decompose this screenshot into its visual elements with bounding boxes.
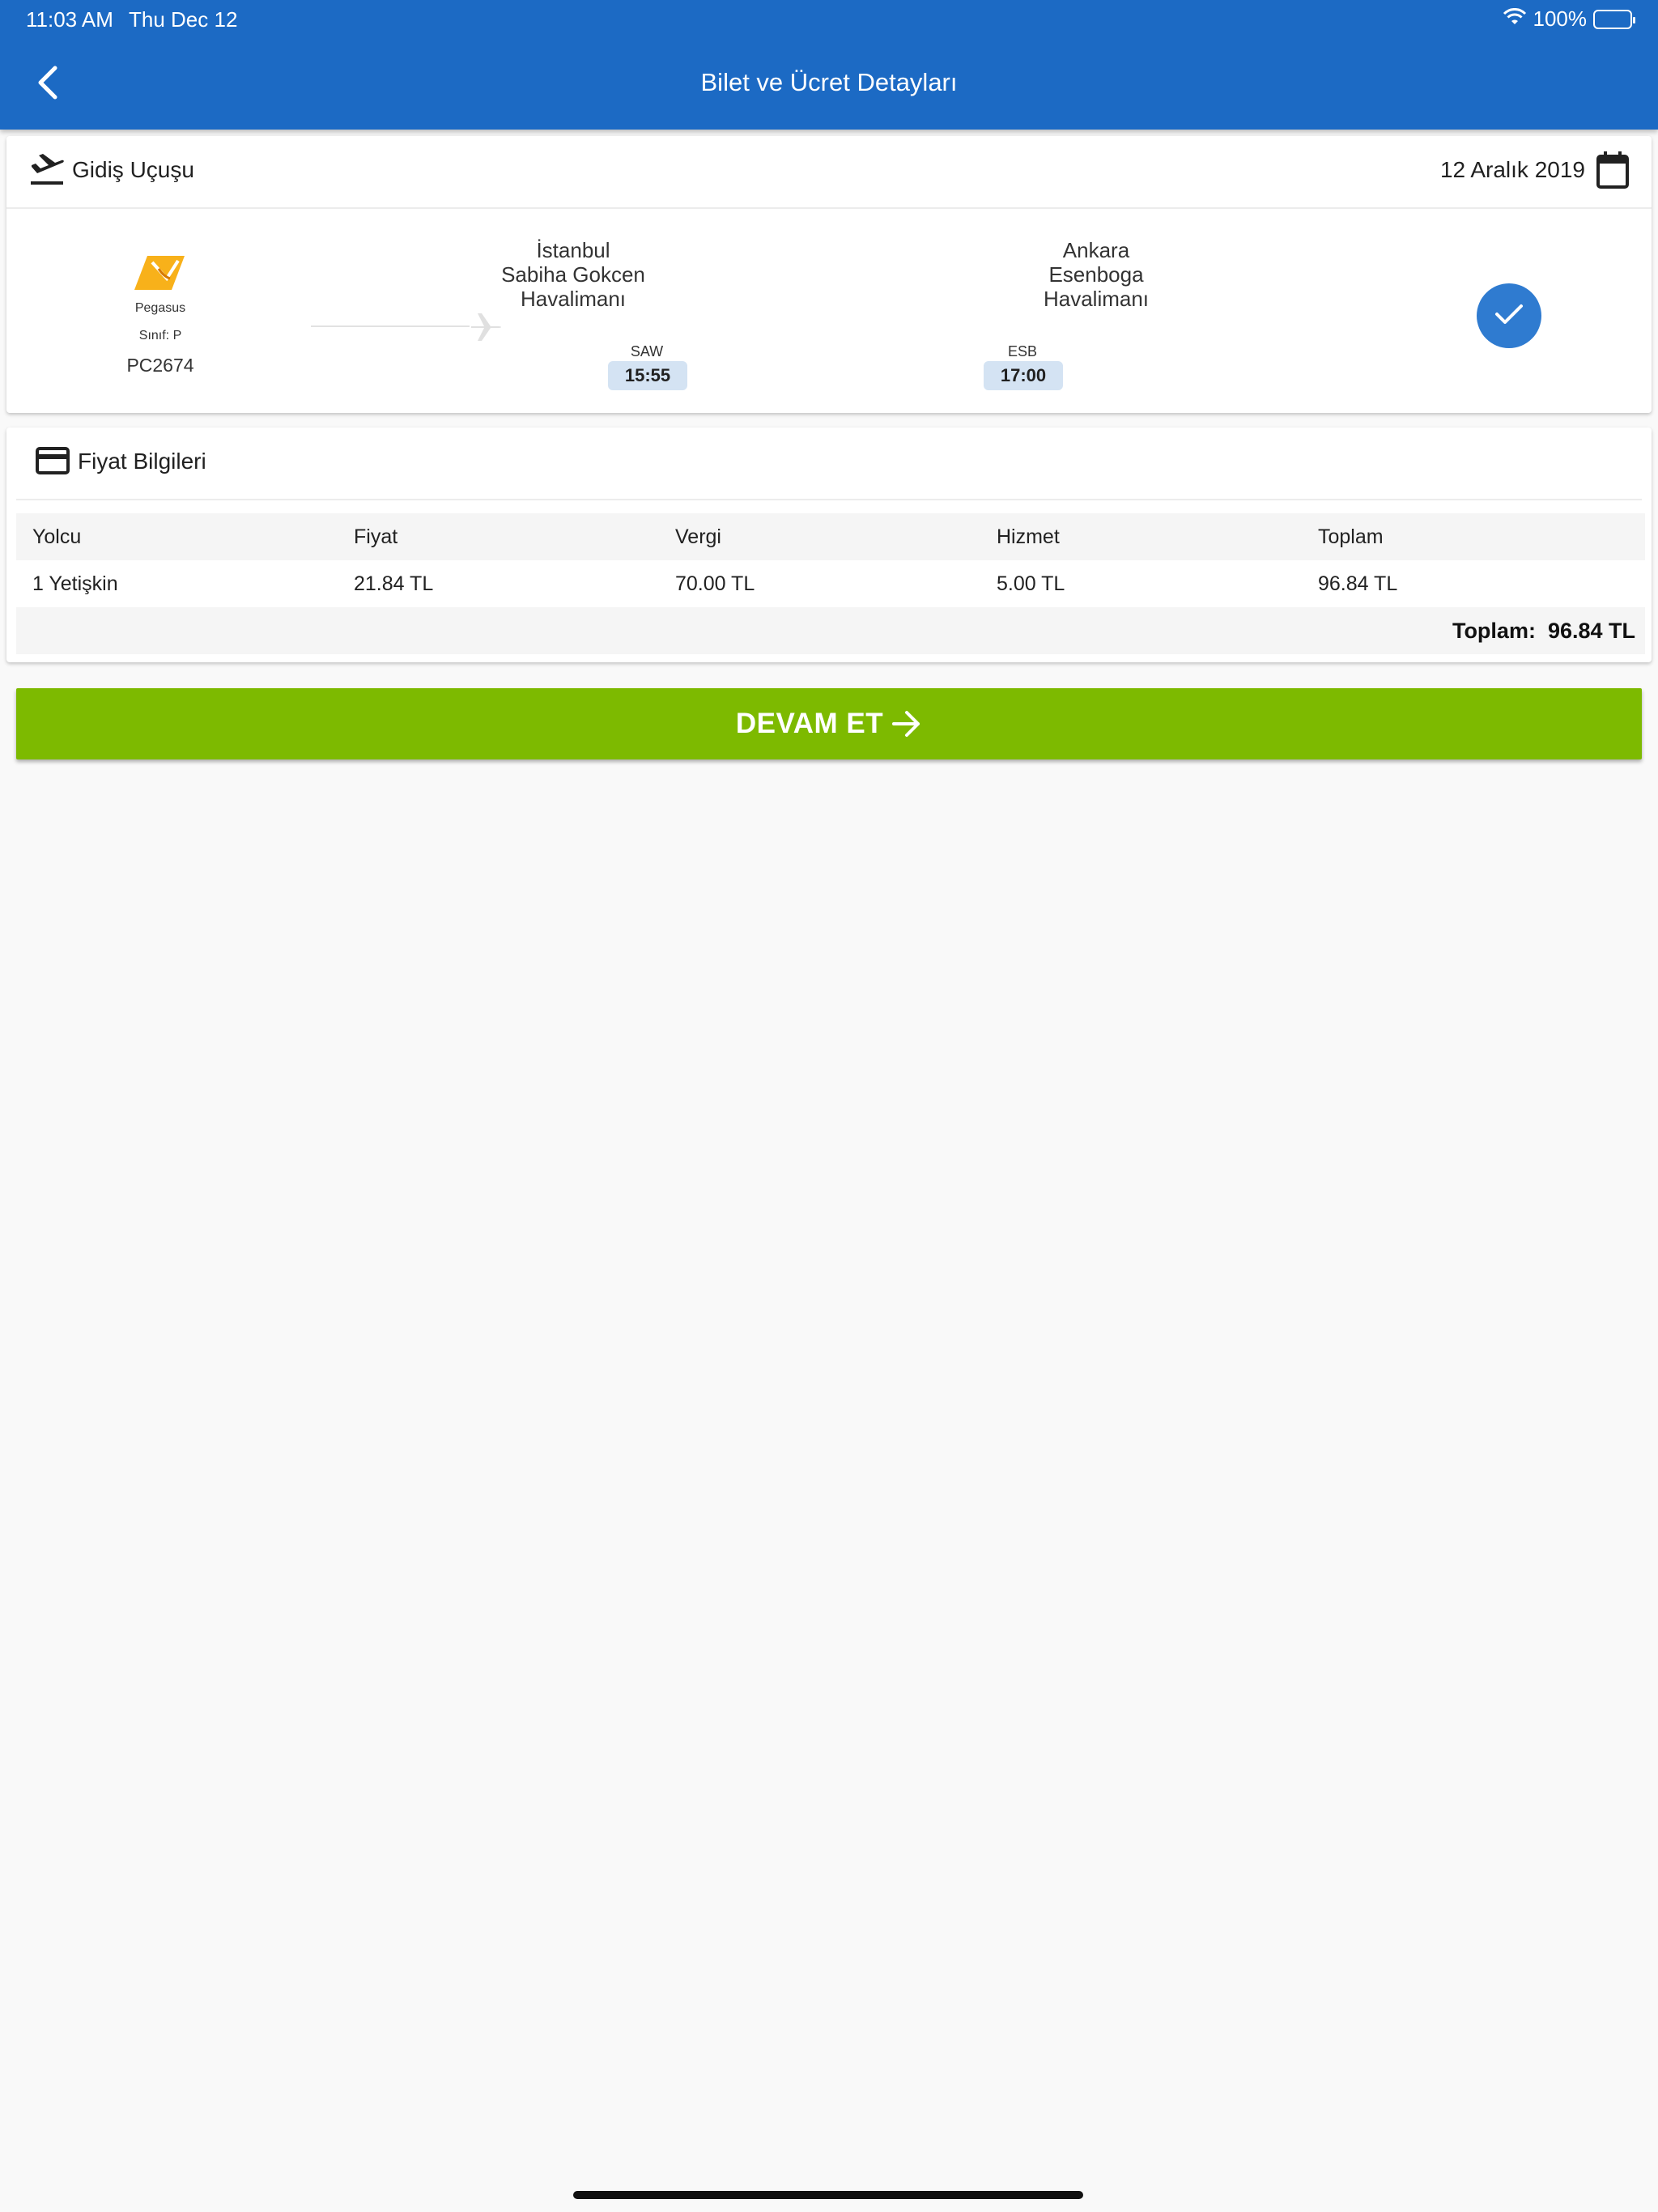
column-header: Hizmet bbox=[997, 525, 1060, 548]
page-title: Bilet ve Ücret Detayları bbox=[700, 68, 958, 96]
departure-airport-name: Sabiha Gokcen bbox=[501, 262, 645, 287]
airline-logo bbox=[87, 254, 233, 291]
price-section-label: Fiyat Bilgileri bbox=[78, 449, 206, 474]
tax-cell: 70.00 TL bbox=[675, 572, 755, 595]
credit-card-icon bbox=[36, 447, 70, 479]
battery-percent: 100% bbox=[1533, 6, 1588, 31]
arrow-right-icon bbox=[891, 710, 922, 738]
departure-airport-suffix: Havalimanı bbox=[520, 287, 627, 311]
price-card: Fiyat Bilgileri Yolcu Fiyat Vergi Hizmet… bbox=[6, 428, 1652, 662]
price-table: Yolcu Fiyat Vergi Hizmet Toplam 1 Yetişk… bbox=[16, 513, 1645, 654]
airplane-icon bbox=[470, 310, 504, 347]
table-header-row: Yolcu Fiyat Vergi Hizmet Toplam bbox=[16, 513, 1645, 560]
total-row: Toplam: 96.84 TL bbox=[16, 607, 1645, 654]
price-card-header: Fiyat Bilgileri bbox=[16, 428, 1642, 500]
flight-card: Gidiş Uçuşu 12 Aralık 2019 Pegasus Sınıf… bbox=[6, 136, 1652, 413]
arrival-airport-name: Esenboga bbox=[1048, 262, 1144, 287]
arrival-city: Ankara Esenboga Havalimanı bbox=[967, 238, 1226, 311]
status-bar: 11:03 AM Thu Dec 12 100% bbox=[0, 0, 1658, 37]
status-time: 11:03 AM bbox=[26, 7, 113, 32]
table-row: 1 Yetişkin 21.84 TL 70.00 TL 5.00 TL 96.… bbox=[16, 560, 1645, 607]
arrival-city-name: Ankara bbox=[1062, 238, 1130, 262]
passenger-cell: 1 Yetişkin bbox=[32, 572, 118, 595]
column-header: Toplam bbox=[1318, 525, 1384, 548]
continue-button-label: DEVAM ET bbox=[735, 708, 884, 739]
select-flight-button[interactable] bbox=[1477, 283, 1541, 348]
flight-number: PC2674 bbox=[126, 355, 194, 376]
total-cell: 96.84 TL bbox=[1318, 572, 1398, 595]
column-header: Vergi bbox=[675, 525, 721, 548]
check-icon bbox=[1494, 303, 1524, 330]
flight-date: 12 Aralık 2019 bbox=[1439, 157, 1585, 182]
app-header: 11:03 AM Thu Dec 12 100% Bilet ve Ücret … bbox=[0, 0, 1658, 130]
status-date: Thu Dec 12 bbox=[129, 7, 238, 32]
airline-name: Pegasus bbox=[134, 301, 186, 315]
departure-code: SAW bbox=[630, 343, 664, 359]
column-header: Yolcu bbox=[32, 525, 82, 548]
calendar-icon[interactable] bbox=[1595, 151, 1630, 194]
fare-class: Sınıf: P bbox=[138, 329, 182, 342]
home-indicator[interactable] bbox=[573, 2191, 1083, 2199]
departure-city-name: İstanbul bbox=[536, 238, 610, 262]
flight-takeoff-icon bbox=[29, 154, 65, 190]
arrival-code: ESB bbox=[1007, 343, 1038, 359]
flight-card-header: Gidiş Uçuşu 12 Aralık 2019 bbox=[6, 136, 1652, 209]
continue-button[interactable]: DEVAM ET bbox=[16, 688, 1642, 759]
fare-cell: 21.84 TL bbox=[354, 572, 434, 595]
status-right: 100% bbox=[1503, 6, 1635, 32]
battery-icon bbox=[1593, 9, 1635, 29]
arrival-time: 17:00 bbox=[984, 361, 1063, 390]
wifi-icon bbox=[1503, 6, 1527, 32]
flight-section-label: Gidiş Uçuşu bbox=[72, 157, 194, 182]
arrival-airport-suffix: Havalimanı bbox=[1043, 287, 1150, 311]
airline-info: Pegasus Sınıf: P PC2674 bbox=[87, 254, 233, 376]
route-line bbox=[311, 325, 470, 327]
column-header: Fiyat bbox=[354, 525, 398, 548]
departure-city: İstanbul Sabiha Gokcen Havalimanı bbox=[444, 238, 703, 311]
service-cell: 5.00 TL bbox=[997, 572, 1065, 595]
departure-time: 15:55 bbox=[608, 361, 687, 390]
grand-total: Toplam: 96.84 TL bbox=[1452, 619, 1635, 643]
